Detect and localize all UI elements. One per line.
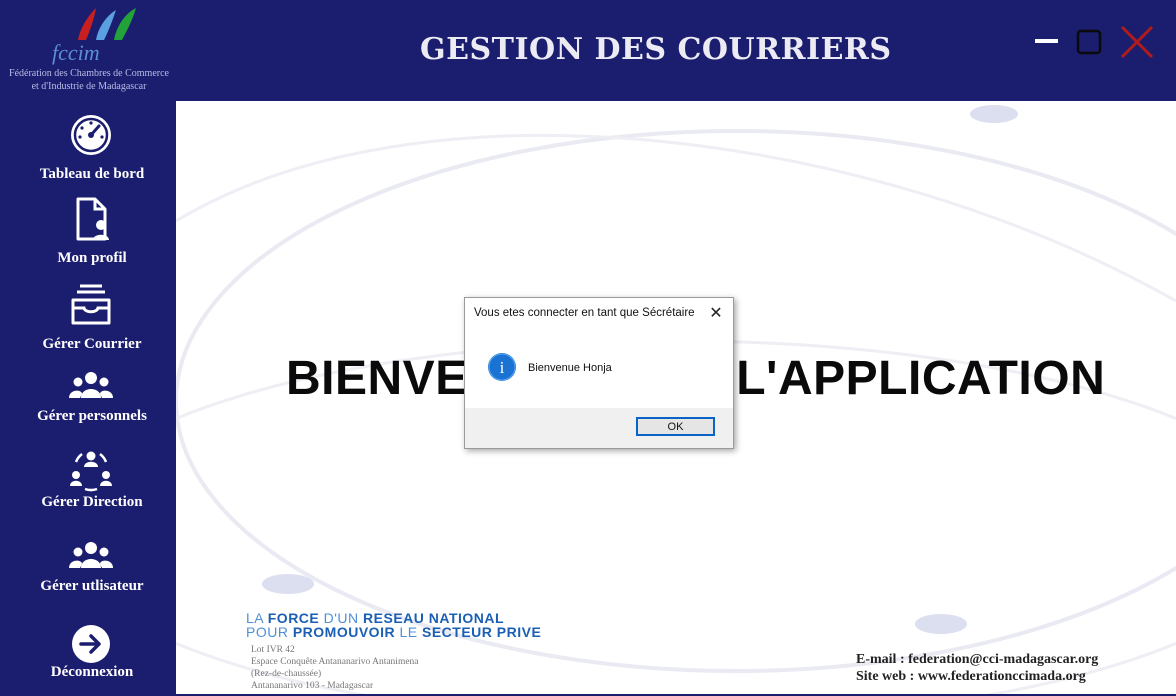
app-title: GESTION DES COURRIERS — [420, 32, 892, 67]
logo-text: fccim — [52, 40, 100, 65]
address-line: (Rez-de-chaussée) — [251, 669, 322, 679]
message-dialog: Vous etes connecter en tant que Sécrétai… — [464, 297, 734, 449]
address-line: Espace Conquête Antananarivo Antanimena — [251, 657, 419, 667]
fccim-logo-mark: fccim — [52, 8, 136, 65]
sidebar-item-gerer-utilisateur[interactable]: Gérer utlisateur — [0, 532, 176, 612]
address-line: Antananarivo 103 - Madagascar — [251, 681, 374, 691]
contact-block: E-mail : federation@cci-madagascar.org S… — [856, 651, 1098, 685]
slogan-line-1: LA FORCE D'UN RESEAU NATIONAL — [246, 611, 541, 625]
sidebar-item-label: Gérer personnels — [37, 408, 147, 424]
direction-network-icon — [70, 451, 112, 492]
slogan-text: SECTEUR PRIVE — [421, 624, 542, 640]
sidebar-item-mon-profil[interactable]: Mon profil — [0, 194, 176, 274]
profile-document-icon — [76, 197, 109, 241]
dashboard-gauge-icon — [71, 115, 111, 155]
contact-email: E-mail : federation@cci-madagascar.org — [856, 652, 1099, 667]
minimize-icon — [1035, 39, 1058, 43]
logout-arrow-icon — [72, 625, 110, 663]
sidebar-item-label: Tableau de bord — [39, 166, 145, 182]
contact-website: Site web : www.federationccimada.org — [856, 669, 1086, 684]
fccim-logo: fccim Fédération des Chambres de Commerc… — [0, 0, 178, 101]
logo-caption-line2: et d'Industrie de Madagascar — [31, 81, 147, 92]
sidebar-item-label: Gérer Direction — [41, 494, 143, 510]
info-icon: i — [488, 353, 516, 381]
sidebar-item-label: Gérer Courrier — [42, 336, 142, 352]
dialog-message: Bienvenue Honja — [528, 362, 612, 374]
close-icon — [1120, 25, 1154, 59]
address-block: Lot IVR 42 Espace Conquête Antananarivo … — [251, 644, 419, 692]
group-users-icon — [69, 372, 113, 398]
sidebar-item-label: Déconnexion — [50, 664, 134, 680]
slogan-text: POUR — [246, 624, 293, 640]
logo-caption-line1: Fédération des Chambres de Commerce — [9, 68, 169, 79]
ok-button[interactable]: OK — [636, 417, 715, 436]
sidebar-item-label: Gérer utlisateur — [40, 578, 144, 594]
sidebar-item-gerer-courrier[interactable]: Gérer Courrier — [0, 280, 176, 360]
minimize-button[interactable] — [1027, 22, 1067, 62]
slogan-text: PROMOUVOIR — [292, 624, 396, 640]
app-header: fccim Fédération des Chambres de Commerc… — [0, 0, 1176, 101]
info-icon-glyph: i — [500, 358, 505, 377]
sidebar-item-gerer-direction[interactable]: Gérer Direction — [0, 446, 176, 526]
close-icon: ✕ — [709, 305, 723, 322]
sidebar-item-tableau-de-bord[interactable]: Tableau de bord — [0, 110, 176, 190]
inbox-tray-icon — [71, 284, 111, 325]
maximize-icon — [1076, 29, 1102, 55]
sidebar-item-deconnexion[interactable]: Déconnexion — [0, 616, 176, 696]
slogan-text: LE — [395, 624, 422, 640]
dialog-title: Vous etes connecter en tant que Sécrétai… — [474, 307, 695, 319]
users-icon — [69, 542, 113, 568]
maximize-button[interactable] — [1069, 22, 1109, 62]
slogan: LA FORCE D'UN RESEAU NATIONAL POUR PROMO… — [246, 611, 541, 639]
sidebar-item-label: Mon profil — [57, 250, 127, 266]
dialog-close-button[interactable]: ✕ — [705, 303, 727, 325]
logo-caption: Fédération des Chambres de Commerce et d… — [0, 67, 178, 93]
sidebar: Tableau de bord Mon profil Gérer Courrie… — [0, 101, 176, 694]
slogan-line-2: POUR PROMOUVOIR LE SECTEUR PRIVE — [246, 625, 541, 639]
address-line: Lot IVR 42 — [251, 645, 295, 655]
close-window-button[interactable] — [1117, 22, 1157, 62]
sidebar-item-gerer-personnels[interactable]: Gérer personnels — [0, 362, 176, 442]
